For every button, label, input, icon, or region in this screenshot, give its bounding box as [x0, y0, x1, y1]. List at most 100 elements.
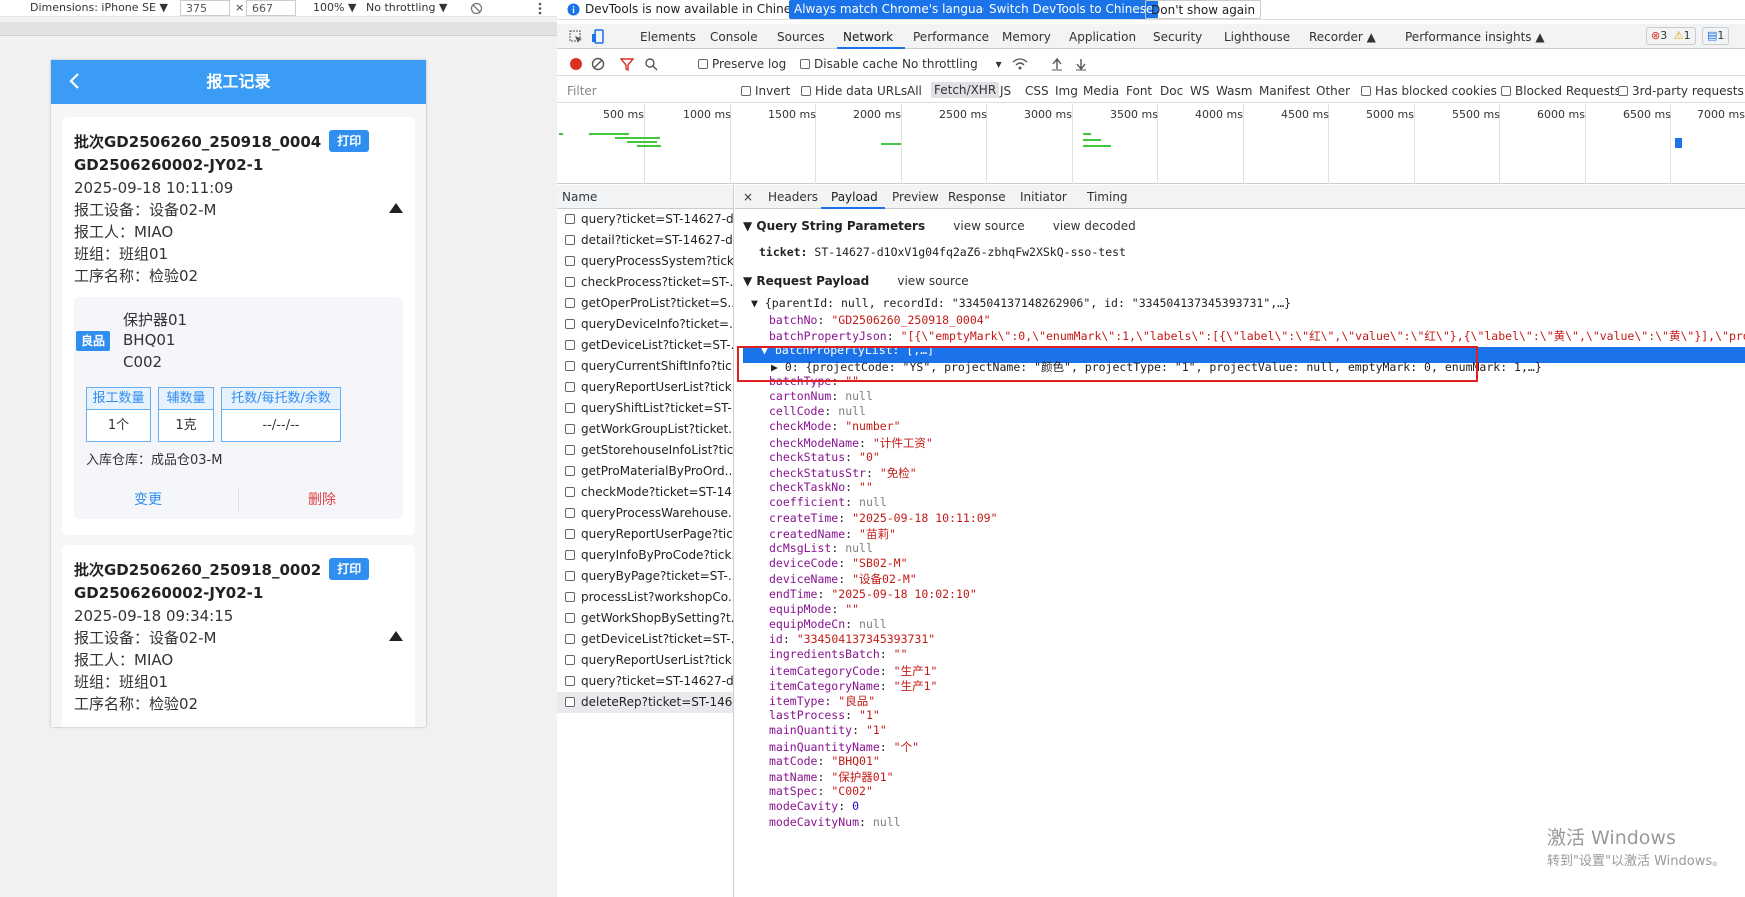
- preserve-log-checkbox[interactable]: Preserve log: [698, 57, 786, 71]
- type-js[interactable]: JS: [1000, 84, 1011, 98]
- request-row[interactable]: query?ticket=ST-14627-d...: [557, 209, 733, 230]
- request-row[interactable]: queryCurrentShiftInfo?tic...: [557, 356, 733, 377]
- type-font[interactable]: Font: [1126, 84, 1152, 98]
- message-counter[interactable]: ▤1: [1702, 27, 1730, 45]
- request-row[interactable]: checkProcess?ticket=ST-...: [557, 272, 733, 293]
- tab-application[interactable]: Application: [1069, 30, 1136, 44]
- payload-field[interactable]: matName: "保护器01": [769, 769, 894, 785]
- tab-performance-insights[interactable]: Performance insights ▲: [1405, 30, 1545, 44]
- payload-field[interactable]: matCode: "BHQ01": [769, 754, 880, 768]
- request-row[interactable]: queryByPage?ticket=ST-...: [557, 566, 733, 587]
- payload-field[interactable]: cartonNum: null: [769, 389, 873, 403]
- payload-field[interactable]: checkStatus: "0": [769, 450, 880, 464]
- tab-elements[interactable]: Elements: [640, 30, 696, 44]
- tab-sources[interactable]: Sources: [777, 30, 824, 44]
- hide-data-urls-checkbox[interactable]: Hide data URLs: [801, 84, 907, 98]
- payload-field[interactable]: itemType: "良品": [769, 693, 875, 709]
- type-manifest[interactable]: Manifest: [1259, 84, 1310, 98]
- request-row[interactable]: getStorehouseInfoList?tic...: [557, 440, 733, 461]
- switch-chinese-button[interactable]: Switch DevTools to Chinese: [984, 0, 1159, 19]
- payload-field[interactable]: modeCavityNum: null: [769, 815, 901, 829]
- request-row[interactable]: getOperProList?ticket=S...: [557, 293, 733, 314]
- payload-field[interactable]: itemCategoryName: "生产1": [769, 678, 937, 694]
- issue-counter[interactable]: ⊗3 ⚠1: [1646, 27, 1696, 45]
- payload-field[interactable]: cellCode: null: [769, 404, 866, 418]
- tab-timing[interactable]: Timing: [1087, 190, 1128, 204]
- collapse-triangle-icon[interactable]: [389, 631, 403, 641]
- tab-memory[interactable]: Memory: [1002, 30, 1051, 44]
- type-all[interactable]: All: [907, 84, 922, 98]
- payload-field[interactable]: itemCategoryCode: "生产1": [769, 663, 937, 679]
- device-toggle-icon[interactable]: [591, 29, 605, 44]
- close-icon[interactable]: ×: [743, 190, 753, 204]
- payload-field[interactable]: dcMsgList: null: [769, 541, 873, 555]
- name-column-header[interactable]: Name: [557, 185, 733, 209]
- payload-field[interactable]: checkModeName: "计件工资": [769, 435, 933, 451]
- request-row[interactable]: queryReportUserPage?tic...: [557, 524, 733, 545]
- print-button[interactable]: 打印: [329, 130, 370, 152]
- payload-field[interactable]: checkTaskNo: "": [769, 480, 873, 494]
- blocked-requests-checkbox[interactable]: Blocked Requests: [1501, 84, 1621, 98]
- request-row[interactable]: queryInfoByProCode?tick...: [557, 545, 733, 566]
- width-input[interactable]: 375: [180, 0, 230, 16]
- type-css[interactable]: CSS: [1025, 84, 1049, 98]
- type-other[interactable]: Other: [1316, 84, 1350, 98]
- type-img[interactable]: Img: [1055, 84, 1078, 98]
- disable-cache-checkbox[interactable]: Disable cache: [800, 57, 898, 71]
- filter-input[interactable]: Filter: [567, 84, 597, 98]
- request-row[interactable]: detail?ticket=ST-14627-d...: [557, 230, 733, 251]
- request-row[interactable]: queryDeviceInfo?ticket=...: [557, 314, 733, 335]
- tab-network[interactable]: Network: [843, 30, 893, 44]
- request-row[interactable]: getWorkGroupList?ticket...: [557, 419, 733, 440]
- network-conditions-icon[interactable]: [1012, 57, 1028, 71]
- query-string-section[interactable]: ▼ Query String Parameters view source vi…: [743, 219, 1136, 233]
- filter-icon[interactable]: [620, 57, 634, 71]
- qsp-view-source-link[interactable]: view source: [953, 219, 1024, 233]
- payload-field[interactable]: coefficient: null: [769, 495, 887, 509]
- throttle-select[interactable]: No throttling ▼: [366, 1, 447, 14]
- export-har-icon[interactable]: [1075, 57, 1087, 71]
- device-select[interactable]: Dimensions: iPhone SE ▼: [30, 1, 168, 14]
- print-button[interactable]: 打印: [329, 558, 370, 580]
- type-doc[interactable]: Doc: [1160, 84, 1183, 98]
- type-fetch-xhr[interactable]: Fetch/XHR: [931, 82, 1000, 98]
- tab-security[interactable]: Security: [1153, 30, 1202, 44]
- payload-field[interactable]: mainQuantityName: "个": [769, 739, 919, 755]
- payload-view-source-link[interactable]: view source: [897, 274, 968, 288]
- request-row[interactable]: queryReportUserList?tick...: [557, 377, 733, 398]
- request-row[interactable]: processList?workshopCo...: [557, 587, 733, 608]
- tab-response[interactable]: Response: [948, 190, 1006, 204]
- qsp-view-decoded-link[interactable]: view decoded: [1053, 219, 1136, 233]
- tab-headers[interactable]: Headers: [768, 190, 818, 204]
- payload-field[interactable]: batchNo: "GD2506260_250918_0004": [769, 313, 991, 327]
- payload-field[interactable]: batchPropertyJson: "[{\"emptyMark\":0,\"…: [769, 328, 1745, 344]
- payload-root[interactable]: ▼ {parentId: null, recordId: "3345041371…: [751, 296, 1291, 310]
- dont-show-button[interactable]: Don't show again: [1145, 0, 1262, 19]
- payload-field[interactable]: id: "334504137345393731": [769, 632, 935, 646]
- change-button[interactable]: 变更: [134, 489, 162, 509]
- zoom-select[interactable]: 100% ▼: [313, 1, 356, 14]
- payload-field[interactable]: checkStatusStr: "免检": [769, 465, 917, 481]
- tab-recorder[interactable]: Recorder ▲: [1309, 30, 1376, 44]
- payload-field[interactable]: mainQuantity: "1": [769, 723, 887, 737]
- request-row[interactable]: query?ticket=ST-14627-d...: [557, 671, 733, 692]
- payload-field[interactable]: equipModeCn: null: [769, 617, 887, 631]
- tab-initiator[interactable]: Initiator: [1020, 190, 1067, 204]
- request-row[interactable]: queryProcessSystem?tick...: [557, 251, 733, 272]
- type-ws[interactable]: WS: [1190, 84, 1209, 98]
- record-icon[interactable]: [569, 57, 583, 71]
- request-row[interactable]: queryShiftList?ticket=ST-...: [557, 398, 733, 419]
- request-row[interactable]: getDeviceList?ticket=ST-...: [557, 629, 733, 650]
- payload-field[interactable]: endTime: "2025-09-18 10:02:10": [769, 587, 977, 601]
- tab-preview[interactable]: Preview: [892, 190, 939, 204]
- more-icon[interactable]: [537, 1, 543, 16]
- tab-lighthouse[interactable]: Lighthouse: [1224, 30, 1290, 44]
- tab-console[interactable]: Console: [710, 30, 758, 44]
- blocked-cookies-checkbox[interactable]: Has blocked cookies: [1361, 84, 1497, 98]
- delete-button[interactable]: 删除: [308, 489, 336, 509]
- payload-field[interactable]: checkMode: "number": [769, 419, 901, 433]
- request-row[interactable]: getWorkShopBySetting?t...: [557, 608, 733, 629]
- request-row[interactable]: getDeviceList?ticket=ST-...: [557, 335, 733, 356]
- invert-checkbox[interactable]: Invert: [741, 84, 790, 98]
- payload-field[interactable]: modeCavity: 0: [769, 799, 859, 813]
